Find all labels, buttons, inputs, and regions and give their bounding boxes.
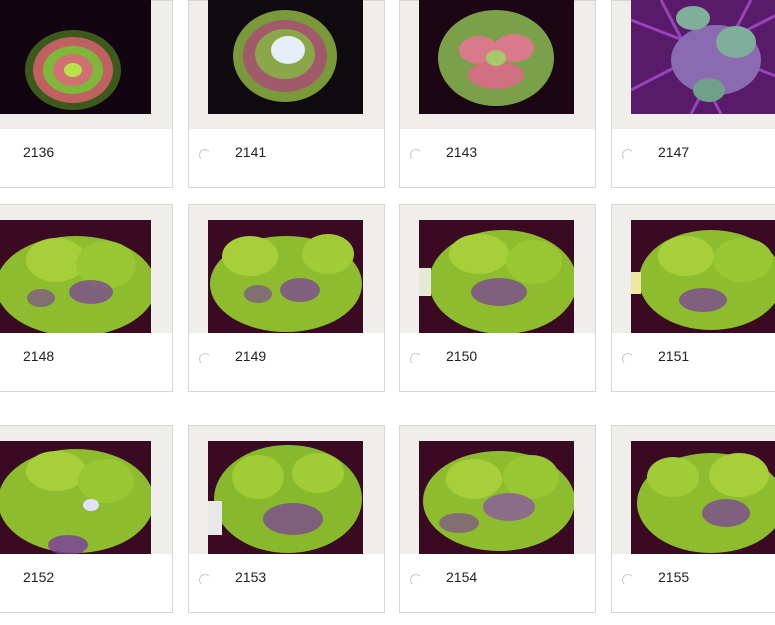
select-radio[interactable] — [199, 149, 211, 161]
coral-image — [631, 0, 775, 114]
select-radio[interactable] — [410, 353, 422, 365]
coral-gallery-grid: 2136 2141 2143 2147 2148 2149 2150 2151 … — [0, 0, 775, 625]
caption: 2151 — [611, 333, 775, 392]
caption: 2136 — [0, 129, 173, 188]
item-label[interactable]: 2141 — [235, 144, 266, 160]
item-label[interactable]: 2155 — [658, 569, 689, 585]
coral-photo[interactable] — [419, 441, 574, 555]
item-label[interactable]: 2149 — [235, 348, 266, 364]
item-label[interactable]: 2154 — [446, 569, 477, 585]
coral-image — [208, 0, 363, 114]
select-radio[interactable] — [199, 574, 211, 586]
item-label[interactable]: 2147 — [658, 144, 689, 160]
coral-photo[interactable] — [631, 0, 775, 114]
coral-photo[interactable] — [419, 0, 574, 114]
caption: 2148 — [0, 333, 173, 392]
caption: 2141 — [188, 129, 385, 188]
coral-photo[interactable] — [208, 441, 363, 555]
coral-photo[interactable] — [0, 220, 151, 334]
select-radio[interactable] — [622, 149, 634, 161]
item-label[interactable]: 2153 — [235, 569, 266, 585]
caption: 2155 — [611, 554, 775, 613]
coral-image — [0, 441, 151, 555]
coral-image — [631, 220, 775, 334]
caption: 2147 — [611, 129, 775, 188]
coral-image — [0, 0, 151, 114]
item-label[interactable]: 2150 — [446, 348, 477, 364]
coral-photo[interactable] — [419, 220, 574, 334]
select-radio[interactable] — [622, 353, 634, 365]
coral-photo[interactable] — [0, 0, 151, 114]
select-radio[interactable] — [622, 574, 634, 586]
coral-image — [419, 441, 574, 555]
item-label[interactable]: 2152 — [23, 569, 54, 585]
item-label[interactable]: 2136 — [23, 144, 54, 160]
caption: 2150 — [399, 333, 596, 392]
item-label[interactable]: 2151 — [658, 348, 689, 364]
coral-image — [631, 441, 775, 555]
caption: 2154 — [399, 554, 596, 613]
select-radio[interactable] — [199, 353, 211, 365]
coral-photo[interactable] — [631, 441, 775, 555]
caption: 2153 — [188, 554, 385, 613]
coral-image — [0, 220, 151, 334]
coral-photo[interactable] — [208, 220, 363, 334]
coral-photo[interactable] — [631, 220, 775, 334]
coral-photo[interactable] — [0, 441, 151, 555]
item-label[interactable]: 2143 — [446, 144, 477, 160]
caption: 2152 — [0, 554, 173, 613]
item-label[interactable]: 2148 — [23, 348, 54, 364]
caption: 2149 — [188, 333, 385, 392]
select-radio[interactable] — [410, 574, 422, 586]
coral-image — [419, 0, 574, 114]
coral-image — [419, 220, 574, 334]
coral-image — [208, 220, 363, 334]
coral-image — [208, 441, 363, 555]
coral-photo[interactable] — [208, 0, 363, 114]
caption: 2143 — [399, 129, 596, 188]
select-radio[interactable] — [410, 149, 422, 161]
